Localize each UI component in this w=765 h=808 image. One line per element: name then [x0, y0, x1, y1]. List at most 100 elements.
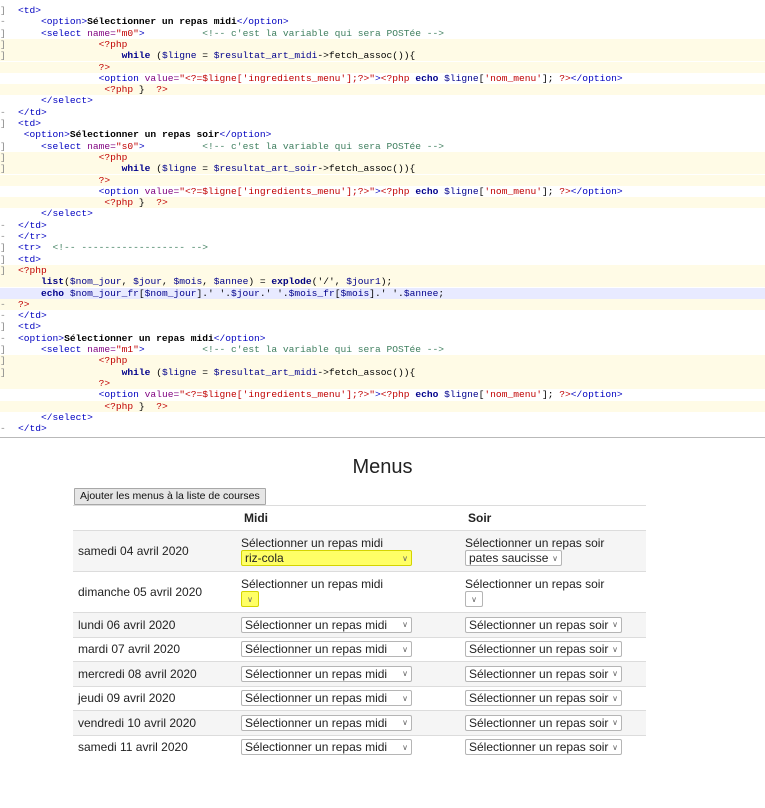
soir-select[interactable]: Sélectionner un repas soir ∨	[465, 739, 622, 756]
code-line: - </td>	[0, 107, 765, 118]
soir-select[interactable]: Sélectionner un repas soir ∨	[465, 616, 622, 633]
code-token: value=	[144, 185, 180, 197]
code-gutter-marker: ]	[0, 50, 6, 62]
code-token: $jour	[231, 287, 260, 299]
code-token: $resultat_art_soir	[213, 163, 318, 175]
code-token: 'nom_menu'	[484, 185, 542, 197]
code-token: ,	[161, 276, 174, 288]
code-token: </select>	[41, 208, 93, 220]
midi-select[interactable]: Sélectionner un repas midi ∨	[241, 641, 412, 658]
code-line: ?>	[0, 61, 765, 73]
soir-select[interactable]: ∨	[465, 591, 483, 608]
code-token: name=	[87, 344, 116, 355]
code-token: name=	[87, 27, 116, 39]
code-token: value=	[144, 72, 180, 84]
chevron-down-icon: ∨	[247, 594, 253, 604]
midi-option-label: Sélectionner un repas midi	[241, 576, 384, 591]
table-row: samedi 11 avril 2020 Sélectionner un repa…	[73, 734, 646, 759]
code-token: explode	[271, 276, 312, 288]
soir-select-value: Sélectionner un repas soir	[469, 740, 609, 755]
code-token: <td>	[18, 253, 42, 265]
code-token: $mois	[173, 276, 203, 288]
code-gutter-marker: -	[0, 219, 6, 231]
code-token: <?php	[380, 389, 416, 401]
code-token: <?php	[98, 151, 128, 163]
code-line: - ?>	[0, 298, 765, 311]
add-to-shopping-list-button[interactable]: Ajouter les menus à la liste de courses	[74, 488, 266, 505]
chevron-down-icon: ∨	[402, 644, 408, 654]
code-token: while	[121, 50, 151, 62]
code-token: $ligne	[438, 185, 479, 197]
soir-select[interactable]: pates saucisse ∨	[465, 550, 562, 566]
code-line: - </td>	[0, 220, 765, 231]
code-line: <option value="<?=$ligne['ingredients_me…	[0, 186, 765, 197]
soir-select-value: Sélectionner un repas soir	[469, 642, 609, 657]
soir-option-label: Sélectionner un repas soir	[465, 536, 605, 550]
code-token: =	[196, 366, 214, 378]
soir-select[interactable]: Sélectionner un repas soir ∨	[465, 690, 622, 707]
code-token: $resultat_art_midi	[213, 50, 318, 62]
code-token: $jour	[133, 276, 162, 288]
code-token: .' '.	[259, 287, 289, 299]
soir-select[interactable]: Sélectionner un repas soir ∨	[465, 714, 622, 731]
code-gutter-marker: ]	[0, 366, 6, 378]
code-token: <td>	[18, 118, 42, 129]
code-gutter-marker: -	[0, 16, 6, 28]
code-line: ] <td>	[0, 254, 765, 265]
midi-select[interactable]: Sélectionner un repas midi ∨	[241, 665, 412, 682]
soir-select[interactable]: Sélectionner un repas soir ∨	[465, 641, 622, 658]
code-token: <option	[98, 185, 145, 197]
code-token: Sélectionner un repas midi	[87, 16, 237, 28]
code-token: ,	[121, 276, 134, 288]
midi-select[interactable]: Sélectionner un repas midi ∨	[241, 616, 412, 633]
code-token: <td>	[18, 5, 42, 16]
midi-select[interactable]: Sélectionner un repas midi ∨	[241, 739, 412, 756]
table-row: lundi 06 avril 2020 Sélectionner un repas…	[73, 612, 646, 637]
code-token: $mois	[340, 287, 370, 299]
code-line: ] while ($ligne = $resultat_art_midi->fe…	[0, 366, 765, 378]
code-line: ] <select name="s0"> <!-- c'est la varia…	[0, 141, 765, 152]
code-line: ] <select name="m0"> <!-- c'est la varia…	[0, 28, 765, 39]
code-token: </option>	[570, 72, 623, 84]
day-cell: jeudi 09 avril 2020	[73, 685, 236, 711]
code-line: <?php } ?>	[0, 197, 765, 209]
midi-select[interactable]: ∨	[241, 591, 259, 608]
code-token: while	[121, 366, 151, 378]
day-cell: mercredi 08 avril 2020	[73, 661, 236, 686]
midi-select[interactable]: riz-cola ∨	[241, 550, 412, 566]
code-token: ];?>"	[346, 72, 375, 84]
code-gutter-marker: -	[0, 423, 6, 435]
midi-select[interactable]: Sélectionner un repas midi ∨	[241, 714, 412, 731]
midi-cell: Sélectionner un repas midi riz-cola ∨	[236, 530, 460, 572]
code-line: ] <td>	[0, 5, 765, 16]
code-line: - <option>Sélectionner un repas midi</op…	[0, 16, 765, 27]
soir-select[interactable]: Sélectionner un repas soir ∨	[465, 665, 622, 682]
code-token: Sélectionner un repas soir	[69, 129, 220, 141]
code-token: "<?=$ligne[	[179, 72, 243, 84]
code-token: ].' '.	[369, 287, 404, 299]
midi-select-value: Sélectionner un repas midi	[245, 666, 388, 681]
chevron-down-icon: ∨	[402, 669, 408, 679]
code-token: $nom_jour_fr	[64, 287, 139, 299]
code-line: ] <td>	[0, 321, 765, 332]
chevron-down-icon: ∨	[552, 553, 558, 563]
code-token: echo	[415, 72, 439, 84]
code-gutter-marker: ]	[0, 253, 6, 265]
chevron-down-icon: ∨	[612, 718, 618, 728]
midi-select[interactable]: Sélectionner un repas midi ∨	[241, 690, 412, 707]
code-token: "m0"	[115, 27, 139, 39]
code-token: <!-- ------------------ -->	[52, 242, 208, 254]
code-token: <!-- c'est la variable qui sera POSTée -…	[202, 344, 445, 355]
code-token: );	[380, 276, 393, 288]
code-token: ];	[542, 185, 560, 197]
code-token: ->fetch_assoc()){	[317, 366, 416, 378]
